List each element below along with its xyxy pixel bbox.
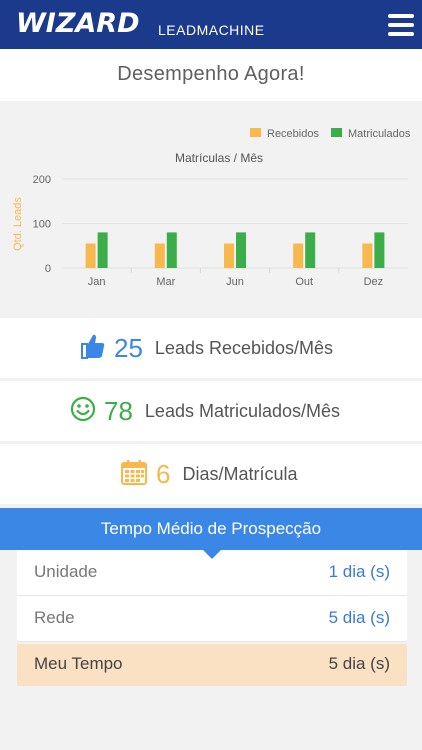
stat-label: Leads Matriculados/Mês: [144, 400, 341, 421]
stat-received: 25 Leads Recebidos/Mês: [0, 318, 422, 378]
row-value: 5 dia (s): [328, 654, 390, 673]
bar-matriculados: [374, 232, 385, 268]
x-tick-label: Jun: [226, 276, 244, 288]
stat-enrolled: 78 Leads Matriculados/Mês: [0, 381, 422, 441]
row-label: Unidade: [34, 562, 98, 581]
y-axis-label: Qtd. Leads: [12, 197, 24, 251]
row-value: 1 dia (s): [328, 562, 390, 581]
section-notch: [203, 550, 221, 559]
prospect-table: Unidade 1 dia (s) Rede 5 dia (s) Meu Tem…: [17, 550, 407, 686]
bar-matriculados: [305, 232, 316, 268]
hero-panel: Desempenho Agora!: [0, 49, 422, 101]
page-title: Desempenho Agora!: [117, 63, 305, 85]
hamburger-icon[interactable]: [388, 14, 414, 36]
x-tick-label: Mar: [156, 276, 175, 288]
thumbs-up-icon: [80, 332, 106, 365]
row-label: Rede: [34, 608, 75, 627]
row-value: 5 dia (s): [328, 608, 390, 627]
chart-bars: [85, 232, 385, 268]
top-bar: WIZARD LEADMACHINE: [0, 0, 422, 49]
bar-matriculados: [166, 232, 177, 268]
chart-legend: Recebidos Matriculados: [250, 128, 411, 140]
performance-chart: Recebidos Matriculados Matrículas / Mês Q…: [12, 128, 411, 288]
brand-subtitle: LEADMACHINE: [158, 22, 265, 38]
stat-label: Dias/Matrícula: [182, 463, 298, 484]
bar-recebidos: [154, 243, 165, 268]
brand-logo: WIZARD: [16, 8, 140, 39]
y-tick-label: 0: [45, 263, 51, 275]
x-ticks: Jan Mar Jun Out Dez: [88, 268, 383, 288]
legend-swatch: [250, 128, 261, 137]
stat-value: 25: [114, 332, 143, 363]
bar-matriculados: [236, 232, 246, 268]
table-row: Rede 5 dia (s): [17, 596, 407, 642]
section-title: Tempo Médio de Prospecção: [100, 519, 322, 538]
chart-grid: [62, 178, 408, 269]
row-label: Meu Tempo: [34, 654, 123, 673]
stat-label: Leads Recebidos/Mês: [154, 337, 334, 358]
x-tick-label: Jan: [88, 276, 106, 288]
smiley-icon: [70, 396, 96, 427]
stat-value: 6: [156, 458, 171, 489]
chart-title: Matrículas / Mês: [175, 151, 263, 165]
x-tick-label: Out: [295, 276, 313, 288]
prospect-header: Tempo Médio de Prospecção: [0, 508, 422, 550]
chart-panel: Recebidos Matriculados Matrículas / Mês Q…: [0, 101, 422, 317]
stat-days: 6 Dias/Matrícula: [0, 444, 422, 504]
calendar-icon: [120, 458, 148, 491]
y-tick-label: 200: [33, 174, 51, 186]
bar-matriculados: [97, 232, 108, 268]
table-row-highlight: Meu Tempo 5 dia (s): [17, 644, 407, 686]
y-tick-label: 100: [33, 219, 51, 231]
stat-value: 78: [104, 395, 133, 426]
bar-recebidos: [293, 243, 304, 268]
bar-recebidos: [362, 243, 373, 268]
x-tick-label: Dez: [364, 276, 384, 288]
legend-label: Recebidos: [267, 128, 319, 140]
bar-recebidos: [224, 243, 234, 268]
legend-swatch: [331, 128, 342, 137]
bar-recebidos: [85, 243, 96, 268]
y-ticks: 0 100 200: [33, 174, 51, 275]
legend-label: Matriculados: [348, 128, 411, 140]
